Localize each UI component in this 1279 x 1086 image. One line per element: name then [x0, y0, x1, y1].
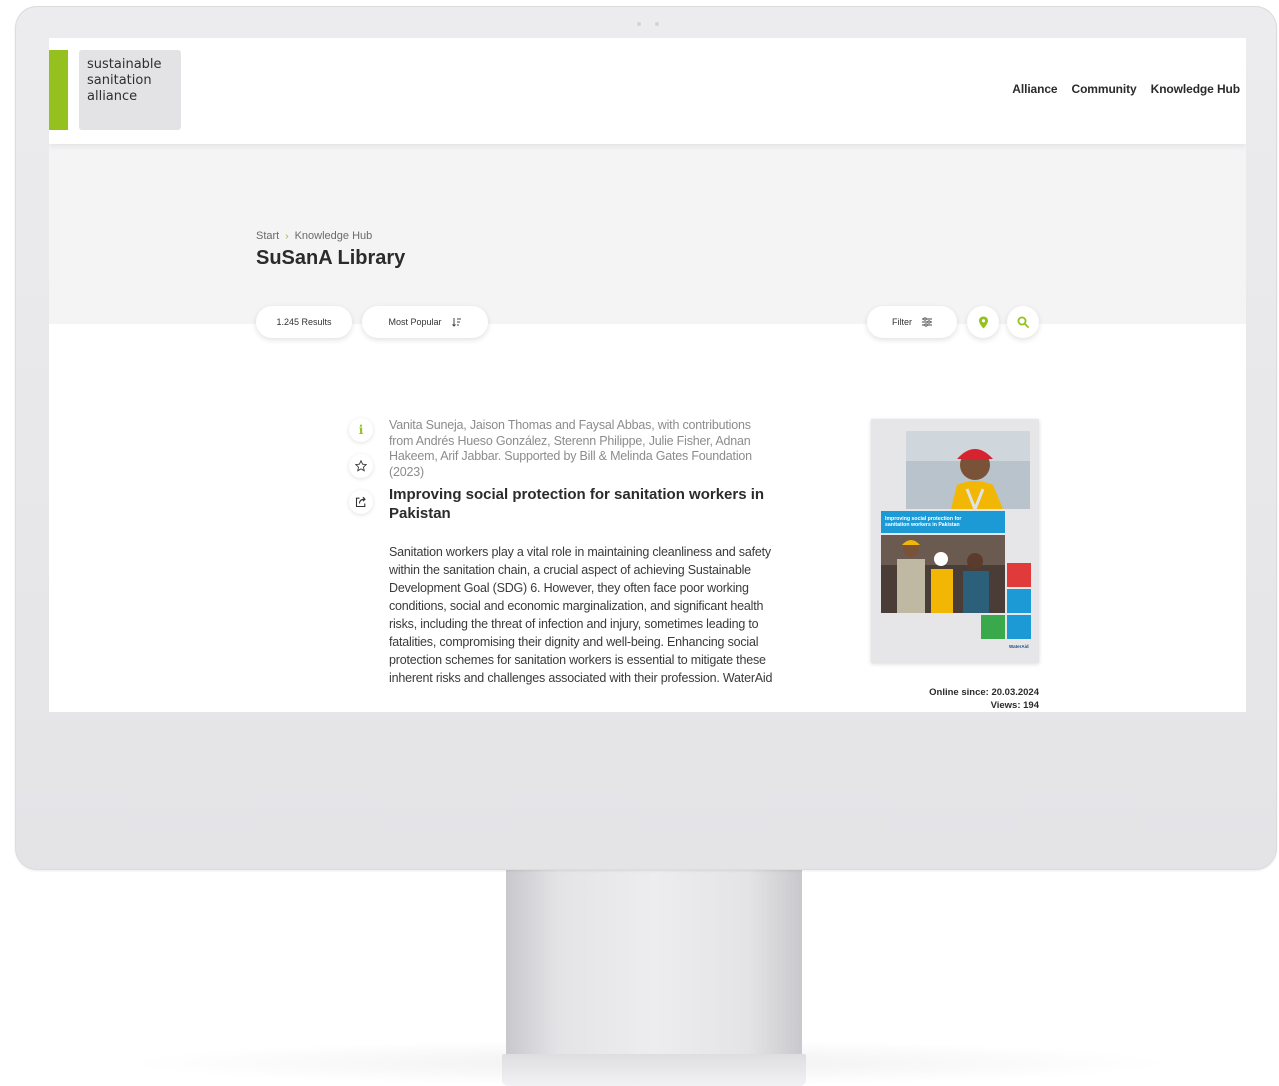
cover-brand: WaterAid — [1009, 644, 1029, 649]
result-meta: Online since: 20.03.2024 Views: 194 — [929, 686, 1039, 712]
result-abstract: Sanitation workers play a vital role in … — [389, 545, 773, 685]
site-logo[interactable]: sustainable sanitation alliance — [79, 50, 181, 130]
cover-caption: Improving social protection for sanitati… — [885, 516, 963, 528]
search-button[interactable] — [1007, 306, 1039, 338]
result-title[interactable]: Improving social protection for sanitati… — [389, 485, 773, 523]
browser-screen: sustainable sanitation alliance Alliance… — [49, 38, 1246, 712]
sort-icon — [451, 318, 461, 327]
cover-illustration: Improving social protection for sanitati… — [871, 419, 1039, 663]
share-button[interactable] — [349, 490, 373, 514]
camera-dot — [637, 22, 641, 26]
info-button[interactable]: i — [349, 418, 373, 442]
result-authors: Vanita Suneja, Jaison Thomas and Faysal … — [389, 418, 752, 479]
main-nav: Alliance Community Knowledge Hub — [1012, 82, 1240, 96]
logo-line: sustainable — [87, 57, 162, 72]
monitor-stand-base — [502, 1054, 806, 1086]
breadcrumb-knowledge-hub[interactable]: Knowledge Hub — [295, 230, 373, 242]
camera-dot — [655, 22, 659, 26]
filter-label: Filter — [892, 317, 912, 327]
nav-alliance[interactable]: Alliance — [1012, 82, 1057, 96]
breadcrumb: Start › Knowledge Hub — [256, 230, 372, 242]
monitor-stand — [506, 870, 802, 1056]
page-header-band — [49, 144, 1246, 324]
online-since: Online since: 20.03.2024 — [929, 687, 1039, 698]
sort-button[interactable]: Most Popular — [362, 306, 488, 338]
results-count-pill: 1.245 Results — [256, 306, 352, 338]
site-header: sustainable sanitation alliance Alliance… — [49, 38, 1246, 144]
logo-accent-bar — [49, 50, 68, 130]
sort-label: Most Popular — [388, 317, 442, 327]
page-title: SuSanA Library — [256, 247, 406, 269]
chevron-right-icon: › — [285, 230, 289, 242]
search-icon — [1017, 316, 1029, 328]
map-pin-icon — [978, 316, 988, 328]
map-view-button[interactable] — [967, 306, 999, 338]
nav-knowledge-hub[interactable]: Knowledge Hub — [1151, 82, 1240, 96]
logo-line: alliance — [87, 89, 138, 104]
star-icon — [355, 460, 367, 472]
filter-icon — [922, 317, 932, 327]
logo-line: sanitation — [87, 73, 152, 88]
breadcrumb-start[interactable]: Start — [256, 230, 279, 242]
result-actions: i — [349, 418, 373, 514]
share-icon — [355, 496, 366, 508]
info-icon: i — [358, 423, 364, 437]
results-count: 1.245 Results — [276, 317, 332, 327]
document-cover-thumbnail[interactable]: Improving social protection for sanitati… — [871, 419, 1039, 663]
favorite-button[interactable] — [349, 454, 373, 478]
nav-community[interactable]: Community — [1072, 82, 1137, 96]
filter-button[interactable]: Filter — [867, 306, 957, 338]
view-count: Views: 194 — [990, 700, 1039, 711]
